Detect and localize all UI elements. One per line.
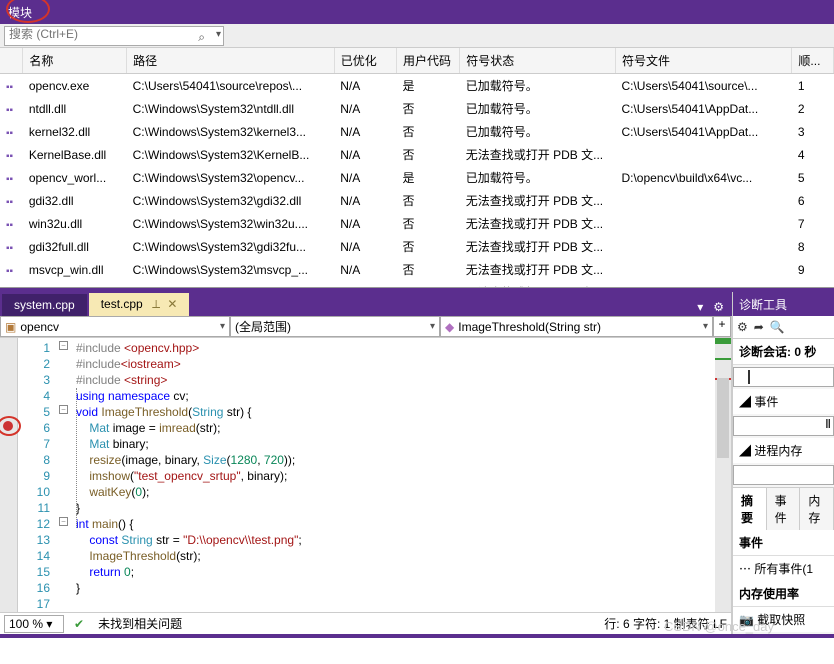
camera-icon: 📷 [739, 613, 754, 627]
col-header[interactable]: 路径 [127, 48, 335, 74]
search-input[interactable] [9, 27, 189, 41]
search-dropdown-icon[interactable]: ▾ [216, 29, 221, 40]
table-row[interactable]: ▪▪win32u.dllC:\Windows\System32\win32u..… [0, 212, 834, 235]
code-line[interactable]: void ImageThreshold(String str) { [76, 404, 715, 420]
pin-icon[interactable]: ⟂ [152, 297, 160, 311]
events-section[interactable]: ◢ 事件 [733, 389, 834, 414]
code-line[interactable]: int main() { [76, 516, 715, 532]
tab-events[interactable]: 事件 [767, 488, 801, 530]
scope-dropdown[interactable]: (全局范围)▾ [230, 316, 440, 337]
code-line[interactable]: } [76, 580, 715, 596]
code-line[interactable]: imshow("test_opencv_srtup", binary); [76, 468, 715, 484]
module-icon: ▪▪ [6, 266, 13, 277]
table-row[interactable]: ▪▪ucrtbase.dllC:\Windows\System32\ucrtba… [0, 281, 834, 288]
code-line[interactable]: using namespace cv; [76, 388, 715, 404]
code-line[interactable]: } [76, 500, 715, 516]
diagnostics-panel: 诊断工具 ⚙ ➦ 🔍 诊断会话: 0 秒 ◢ 事件 Ⅱ ◢ 进程内存 摘要 事件… [732, 292, 834, 634]
tab-test[interactable]: test.cpp ⟂ ✕ [89, 293, 190, 316]
diag-title: 诊断工具 [733, 292, 834, 316]
col-header[interactable]: 已优化 [334, 48, 396, 74]
project-icon: ▣ [5, 320, 16, 334]
module-icon: ▪▪ [6, 105, 13, 116]
line-numbers: 1234567891011121314151617 [18, 338, 58, 612]
fold-icon[interactable]: − [59, 517, 68, 526]
split-icon[interactable]: ▾ [693, 298, 707, 316]
check-icon: ✔ [74, 617, 84, 631]
table-row[interactable]: ▪▪opencv.exeC:\Users\54041\source\repos\… [0, 74, 834, 98]
code-line[interactable]: return 0; [76, 564, 715, 580]
code-line[interactable]: #include <string> [76, 372, 715, 388]
code-line[interactable]: const String str = "D:\\opencv\\test.png… [76, 532, 715, 548]
table-row[interactable]: ▪▪kernel32.dllC:\Windows\System32\kernel… [0, 120, 834, 143]
code-line[interactable]: #include <opencv.hpp> [76, 340, 715, 356]
code-line[interactable]: ImageThreshold(str); [76, 548, 715, 564]
code-line[interactable]: #include<iostream> [76, 356, 715, 372]
fold-gutter[interactable]: − − − [58, 338, 72, 612]
vertical-scrollbar[interactable] [715, 338, 731, 612]
tab-memory[interactable]: 内存 [800, 488, 834, 530]
table-row[interactable]: ▪▪msvcp_win.dllC:\Windows\System32\msvcp… [0, 258, 834, 281]
breakpoint-icon[interactable] [3, 421, 13, 431]
timeline-graph[interactable] [733, 367, 834, 387]
diag-tabs: 摘要 事件 内存 [733, 487, 834, 530]
modules-table: 名称路径已优化用户代码符号状态符号文件顺... ▪▪opencv.exeC:\U… [0, 48, 834, 288]
panel-title: 模块 [8, 6, 32, 20]
cursor-position: 行: 6 字符: 1 制表符 LF [604, 615, 727, 632]
table-row[interactable]: ▪▪gdi32full.dllC:\Windows\System32\gdi32… [0, 235, 834, 258]
issues-status[interactable]: 未找到相关问题 [98, 615, 182, 632]
col-header[interactable]: 符号文件 [615, 48, 791, 74]
editor-tabs: system.cpp test.cpp ⟂ ✕ ▾ ⚙ [0, 292, 732, 316]
col-header[interactable]: 顺... [792, 48, 834, 74]
table-row[interactable]: ▪▪opencv_worl...C:\Windows\System32\open… [0, 166, 834, 189]
all-events-link[interactable]: ⋯ 所有事件(1 [733, 556, 834, 581]
snapshot-button[interactable]: 📷 截取快照 [733, 607, 834, 632]
tab-summary[interactable]: 摘要 [733, 488, 767, 530]
memory-section[interactable]: ◢ 进程内存 [733, 438, 834, 463]
code-editor[interactable]: #include <opencv.hpp>#include<iostream>#… [72, 338, 715, 612]
table-row[interactable]: ▪▪gdi32.dllC:\Windows\System32\gdi32.dll… [0, 189, 834, 212]
session-header: 诊断会话: 0 秒 [733, 339, 834, 365]
tab-system[interactable]: system.cpp [2, 294, 87, 316]
events-hdr2: 事件 [733, 530, 834, 556]
col-header[interactable]: 符号状态 [460, 48, 616, 74]
col-header[interactable]: 用户代码 [396, 48, 459, 74]
code-line[interactable] [76, 596, 715, 612]
memory-graph[interactable] [733, 465, 834, 485]
events-graph[interactable]: Ⅱ [733, 416, 834, 436]
close-icon[interactable]: ✕ [167, 297, 177, 311]
code-line[interactable]: Mat image = imread(str); [76, 420, 715, 436]
breakpoint-gutter[interactable] [0, 338, 18, 612]
module-icon: ▪▪ [6, 174, 13, 185]
table-row[interactable]: ▪▪ntdll.dllC:\Windows\System32\ntdll.dll… [0, 97, 834, 120]
code-line[interactable]: Mat binary; [76, 436, 715, 452]
col-header[interactable]: 名称 [23, 48, 127, 74]
code-line[interactable]: waitKey(0); [76, 484, 715, 500]
diag-zoom-icon[interactable]: 🔍 [770, 320, 785, 334]
fold-icon[interactable]: − [59, 405, 68, 414]
module-icon: ▪▪ [6, 220, 13, 231]
diag-export-icon[interactable]: ➦ [754, 320, 764, 334]
memory-usage-hdr: 内存使用率 [733, 581, 834, 607]
module-icon: ▪▪ [6, 243, 13, 254]
member-dropdown[interactable]: ◆ImageThreshold(String str)▾ [440, 316, 713, 337]
search-icon: ⌕ [198, 30, 205, 45]
gear-icon[interactable]: ⚙ [709, 298, 728, 316]
editor-statusbar: 100 % ▾ ✔ 未找到相关问题 行: 6 字符: 1 制表符 LF [0, 612, 731, 634]
diag-gear-icon[interactable]: ⚙ [737, 320, 748, 334]
method-icon: ◆ [445, 320, 454, 334]
module-icon: ▪▪ [6, 82, 13, 93]
zoom-dropdown[interactable]: 100 % ▾ [4, 615, 64, 633]
add-button[interactable]: + [713, 316, 731, 337]
fold-icon[interactable]: − [59, 341, 68, 350]
module-icon: ▪▪ [6, 128, 13, 139]
module-icon: ▪▪ [6, 197, 13, 208]
search-box[interactable]: ⌕ ▾ [4, 26, 224, 46]
project-dropdown[interactable]: ▣opencv▾ [0, 316, 230, 337]
table-row[interactable]: ▪▪KernelBase.dllC:\Windows\System32\Kern… [0, 143, 834, 166]
module-icon: ▪▪ [6, 151, 13, 162]
code-line[interactable]: resize(image, binary, Size(1280, 720)); [76, 452, 715, 468]
